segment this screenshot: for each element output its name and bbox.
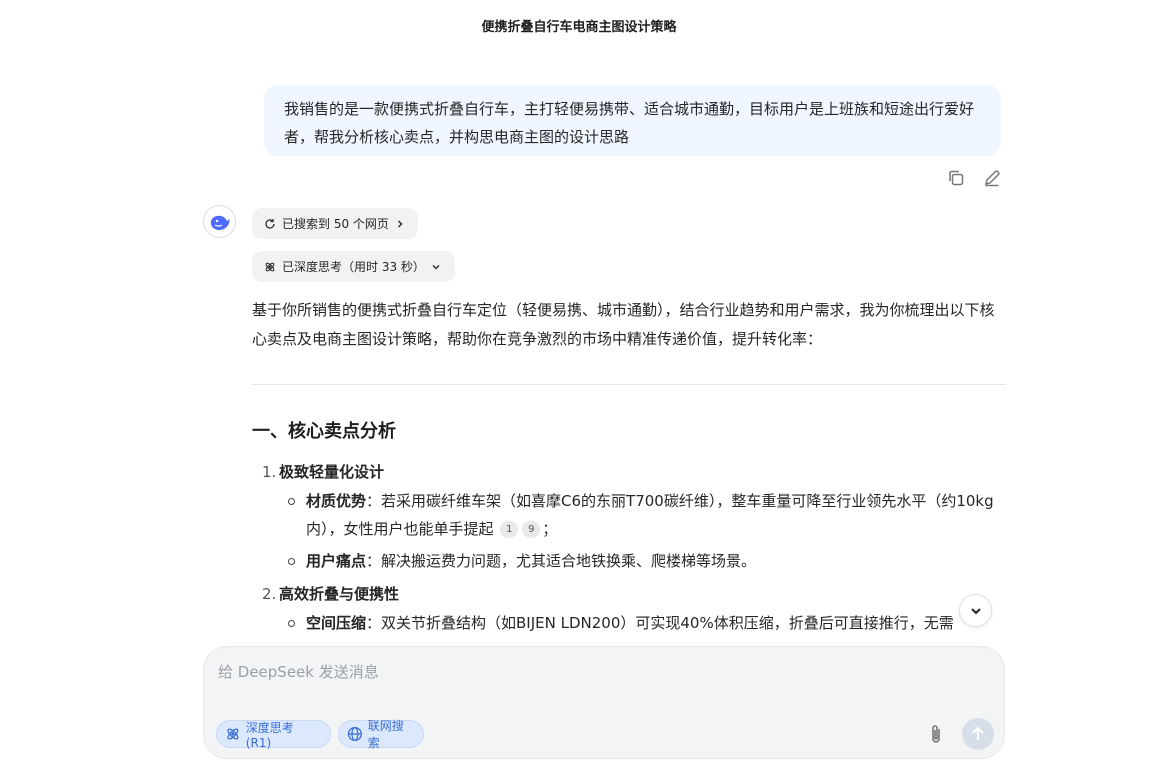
bullet-marker: [286, 487, 306, 543]
deep-think-pill[interactable]: 已深度思考（用时 33 秒）: [252, 251, 455, 282]
globe-icon: [347, 726, 362, 742]
message-actions: [944, 166, 1004, 190]
message-composer: 深度思考 (R1) 联网搜索: [203, 646, 1005, 759]
list-item-title: 高效折叠与便携性: [279, 585, 400, 603]
list-item: 2. 高效折叠与便携性: [252, 579, 1006, 609]
bullet-body: ：若采用碳纤维车架（如喜摩C6的东丽T700碳纤维），整车重量可降至行业领先水平…: [306, 492, 994, 538]
bullet-tail: ；: [542, 520, 558, 538]
paperclip-icon: [932, 725, 940, 743]
bullet-label: 用户痛点: [306, 552, 367, 570]
citation-badge[interactable]: 1: [500, 521, 519, 538]
copy-icon: [949, 170, 964, 186]
bullet-item: 用户痛点：解决搬运费力问题，尤其适合地铁换乘、爬楼梯等场景。: [252, 547, 1006, 575]
deep-think-label: 深度思考 (R1): [245, 720, 294, 750]
bullet-item: 空间压缩：双关节折叠结构（如BIJEN LDN200）可实现40%体积压缩，折叠…: [252, 609, 1006, 637]
list-number: 2.: [262, 585, 277, 603]
search-pill-label: 已搜索到 50 个网页: [282, 217, 389, 231]
deep-think-toggle[interactable]: 深度思考 (R1): [216, 720, 331, 750]
deepseek-whale-icon: [210, 215, 230, 230]
send-button[interactable]: [962, 718, 994, 750]
message-input[interactable]: [218, 659, 918, 685]
citation-badge[interactable]: 9: [522, 521, 541, 538]
chevron-down-icon: [970, 607, 981, 614]
divider: [252, 384, 1006, 385]
chevron-right-icon: [397, 219, 403, 228]
atom-icon: [227, 728, 239, 740]
bullet-item: 材质优势：若采用碳纤维车架（如喜摩C6的东丽T700碳纤维），整车重量可降至行业…: [252, 487, 1006, 543]
scroll-to-bottom-button[interactable]: [959, 594, 992, 627]
assistant-response: 基于你所销售的便携式折叠自行车定位（轻便易携、城市通勤），结合行业趋势和用户需求…: [252, 296, 1006, 641]
bullet-body: ：双关节折叠结构（如BIJEN LDN200）可实现40%体积压缩，折叠后可直接…: [366, 614, 954, 632]
edit-icon: [984, 170, 1000, 187]
list-number: 1.: [262, 463, 277, 481]
attach-button[interactable]: [923, 720, 949, 748]
edit-button[interactable]: [980, 166, 1004, 190]
bullet-label: 材质优势: [306, 492, 367, 510]
page-title: 便携折叠自行车电商主图设计策略: [481, 20, 677, 35]
user-message-bubble: 我销售的是一款便携式折叠自行车，主打轻便易携带、适合城市通勤，目标用户是上班族和…: [264, 85, 1001, 156]
chevron-down-icon: [432, 264, 440, 270]
refresh-search-icon: [265, 218, 275, 229]
bullet-label: 空间压缩: [306, 614, 367, 632]
bullet-marker: [286, 609, 306, 637]
arrow-up-icon: [972, 726, 984, 740]
section-heading: 一、核心卖点分析: [252, 421, 396, 442]
think-pill-label: 已深度思考（用时 33 秒）: [282, 260, 425, 274]
assistant-avatar: [203, 205, 236, 238]
copy-button[interactable]: [944, 166, 968, 190]
web-search-toggle[interactable]: 联网搜索: [338, 719, 424, 750]
bullet-body: ：解决搬运费力问题，尤其适合地铁换乘、爬楼梯等场景。: [366, 552, 757, 570]
search-results-pill[interactable]: 已搜索到 50 个网页: [252, 208, 418, 239]
list-item-title: 极致轻量化设计: [279, 463, 385, 481]
response-intro: 基于你所销售的便携式折叠自行车定位（轻便易携、城市通勤），结合行业趋势和用户需求…: [252, 301, 995, 348]
bullet-marker: [286, 547, 306, 575]
web-search-label: 联网搜索: [367, 719, 404, 750]
list-item: 1. 极致轻量化设计: [252, 457, 1006, 487]
atom-icon: [265, 262, 275, 271]
